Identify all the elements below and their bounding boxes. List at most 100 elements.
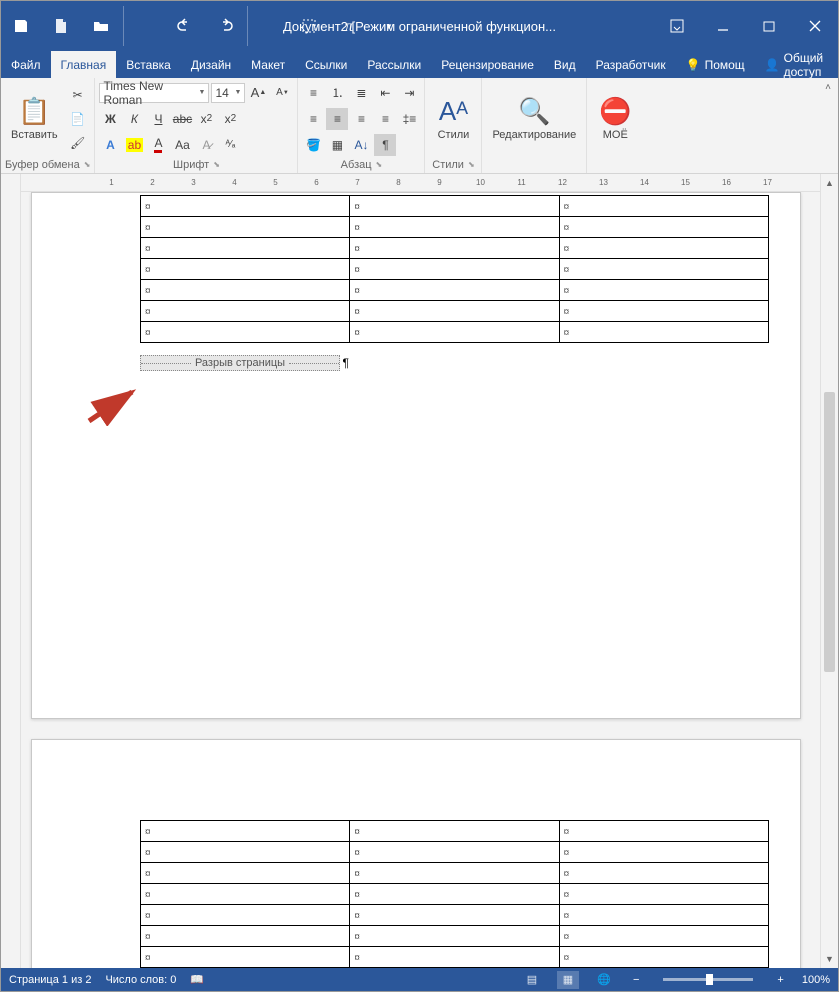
sort-button[interactable]: A↓ [350,134,372,156]
bold-button[interactable]: Ж [99,108,121,130]
share-button[interactable]: 👤Общий доступ [755,51,838,78]
line-spacing-button[interactable]: ‡≡ [398,108,420,130]
table-cell[interactable]: ¤ [141,884,350,905]
maximize-button[interactable] [746,6,792,46]
table-cell[interactable]: ¤ [350,196,559,217]
table-cell[interactable]: ¤ [559,842,768,863]
scrollbar-track[interactable] [821,192,838,950]
paragraph-dialog-launcher[interactable]: ⬊ [376,158,383,172]
zoom-slider-knob[interactable] [706,974,713,985]
styles-dialog-launcher[interactable]: ⬊ [468,158,475,172]
table-cell[interactable]: ¤ [559,280,768,301]
highlight-button[interactable]: ab [123,134,145,156]
new-doc-icon[interactable] [41,6,81,46]
scrollbar-thumb[interactable] [824,392,835,672]
table-cell[interactable]: ¤ [559,217,768,238]
scrollbar-vertical[interactable]: ▲ ▼ [820,174,838,968]
table-cell[interactable]: ¤ [141,905,350,926]
scroll-down-icon[interactable]: ▼ [821,950,838,968]
justify-button[interactable]: ≡ [374,108,396,130]
table-cell[interactable]: ¤ [559,238,768,259]
shading-button[interactable]: 🪣 [302,134,324,156]
tab-developer[interactable]: Разработчик [586,51,676,78]
clear-formatting-button[interactable]: A̷ [195,134,217,156]
clipboard-dialog-launcher[interactable]: ⬊ [84,158,91,172]
change-case-button[interactable]: Aa [171,134,193,156]
font-dialog-launcher[interactable]: ⬊ [213,158,220,172]
table-cell[interactable]: ¤ [141,280,350,301]
table-cell[interactable]: ¤ [559,259,768,280]
table-cell[interactable]: ¤ [350,238,559,259]
tab-design[interactable]: Дизайн [181,51,241,78]
print-layout-button[interactable]: ▦ [557,971,579,989]
table-cell[interactable]: ¤ [141,301,350,322]
bullets-button[interactable]: ≡ [302,82,324,104]
tab-references[interactable]: Ссылки [295,51,357,78]
text-effects-button[interactable]: A [99,134,121,156]
zoom-out-button[interactable]: − [629,974,643,986]
table-cell[interactable]: ¤ [350,217,559,238]
table-cell[interactable]: ¤ [350,301,559,322]
table-cell[interactable]: ¤ [350,884,559,905]
borders-button[interactable]: ▦ [326,134,348,156]
italic-button[interactable]: К [123,108,145,130]
paste-button[interactable]: 📋 Вставить [5,84,64,154]
close-button[interactable] [792,6,838,46]
table-2[interactable]: ¤¤¤¤¤¤¤¤¤¤¤¤¤¤¤¤¤¤¤¤¤¤¤¤ [140,820,769,968]
styles-button[interactable]: Aᴬ Стили [429,84,477,154]
cut-button[interactable]: ✂ [67,84,89,106]
underline-button[interactable]: Ч [147,108,169,130]
table-row[interactable]: ¤¤¤ [141,322,769,343]
page-1[interactable]: ¤¤¤¤¤¤¤¤¤¤¤¤¤¤¤¤¤¤¤¤¤ Разрыв страницы [31,192,801,719]
ruler-horizontal[interactable]: 1234567891011121314151617 [21,174,820,192]
table-row[interactable]: ¤¤¤ [141,842,769,863]
tell-me[interactable]: 💡Помощ [676,51,755,78]
table-cell[interactable]: ¤ [350,259,559,280]
shrink-font-button[interactable]: A▼ [271,82,293,104]
undo-icon[interactable] [165,6,205,46]
table-cell[interactable]: ¤ [559,947,768,968]
scroll-up-icon[interactable]: ▲ [821,174,838,192]
page-2[interactable]: ¤¤¤¤¤¤¤¤¤¤¤¤¤¤¤¤¤¤¤¤¤¤¤¤ [31,739,801,968]
table-row[interactable]: ¤¤¤ [141,217,769,238]
table-cell[interactable]: ¤ [141,842,350,863]
editing-button[interactable]: 🔍 Редактирование [486,84,582,154]
table-row[interactable]: ¤¤¤ [141,259,769,280]
read-mode-button[interactable]: ▤ [521,971,543,989]
zoom-slider[interactable] [663,978,753,981]
subscript-button[interactable]: x2 [195,108,217,130]
table-1[interactable]: ¤¤¤¤¤¤¤¤¤¤¤¤¤¤¤¤¤¤¤¤¤ [140,195,769,343]
table-cell[interactable]: ¤ [559,926,768,947]
table-cell[interactable]: ¤ [350,322,559,343]
table-row[interactable]: ¤¤¤ [141,196,769,217]
table-row[interactable]: ¤¤¤ [141,884,769,905]
align-center-button[interactable]: ≡ [326,108,348,130]
table-cell[interactable]: ¤ [141,238,350,259]
table-row[interactable]: ¤¤¤ [141,280,769,301]
tab-insert[interactable]: Вставка [116,51,181,78]
table-cell[interactable]: ¤ [559,884,768,905]
tab-layout[interactable]: Макет [241,51,295,78]
copy-button[interactable]: 📄 [67,108,89,130]
align-left-button[interactable]: ≡ [302,108,324,130]
table-cell[interactable]: ¤ [350,947,559,968]
table-row[interactable]: ¤¤¤ [141,238,769,259]
redo-icon[interactable] [205,6,245,46]
web-layout-button[interactable]: 🌐 [593,971,615,989]
tab-view[interactable]: Вид [544,51,586,78]
table-row[interactable]: ¤¤¤ [141,301,769,322]
superscript-button[interactable]: x2 [219,108,241,130]
table-cell[interactable]: ¤ [350,926,559,947]
table-cell[interactable]: ¤ [141,259,350,280]
table-cell[interactable]: ¤ [141,322,350,343]
collapse-ribbon-icon[interactable]: ˄ [825,82,831,93]
increase-indent-button[interactable]: ⇥ [398,82,420,104]
table-row[interactable]: ¤¤¤ [141,821,769,842]
tab-mailings[interactable]: Рассылки [357,51,431,78]
table-cell[interactable]: ¤ [350,280,559,301]
table-cell[interactable]: ¤ [141,926,350,947]
tab-review[interactable]: Рецензирование [431,51,544,78]
table-cell[interactable]: ¤ [559,863,768,884]
table-cell[interactable]: ¤ [141,863,350,884]
font-color-button[interactable]: A [147,134,169,156]
